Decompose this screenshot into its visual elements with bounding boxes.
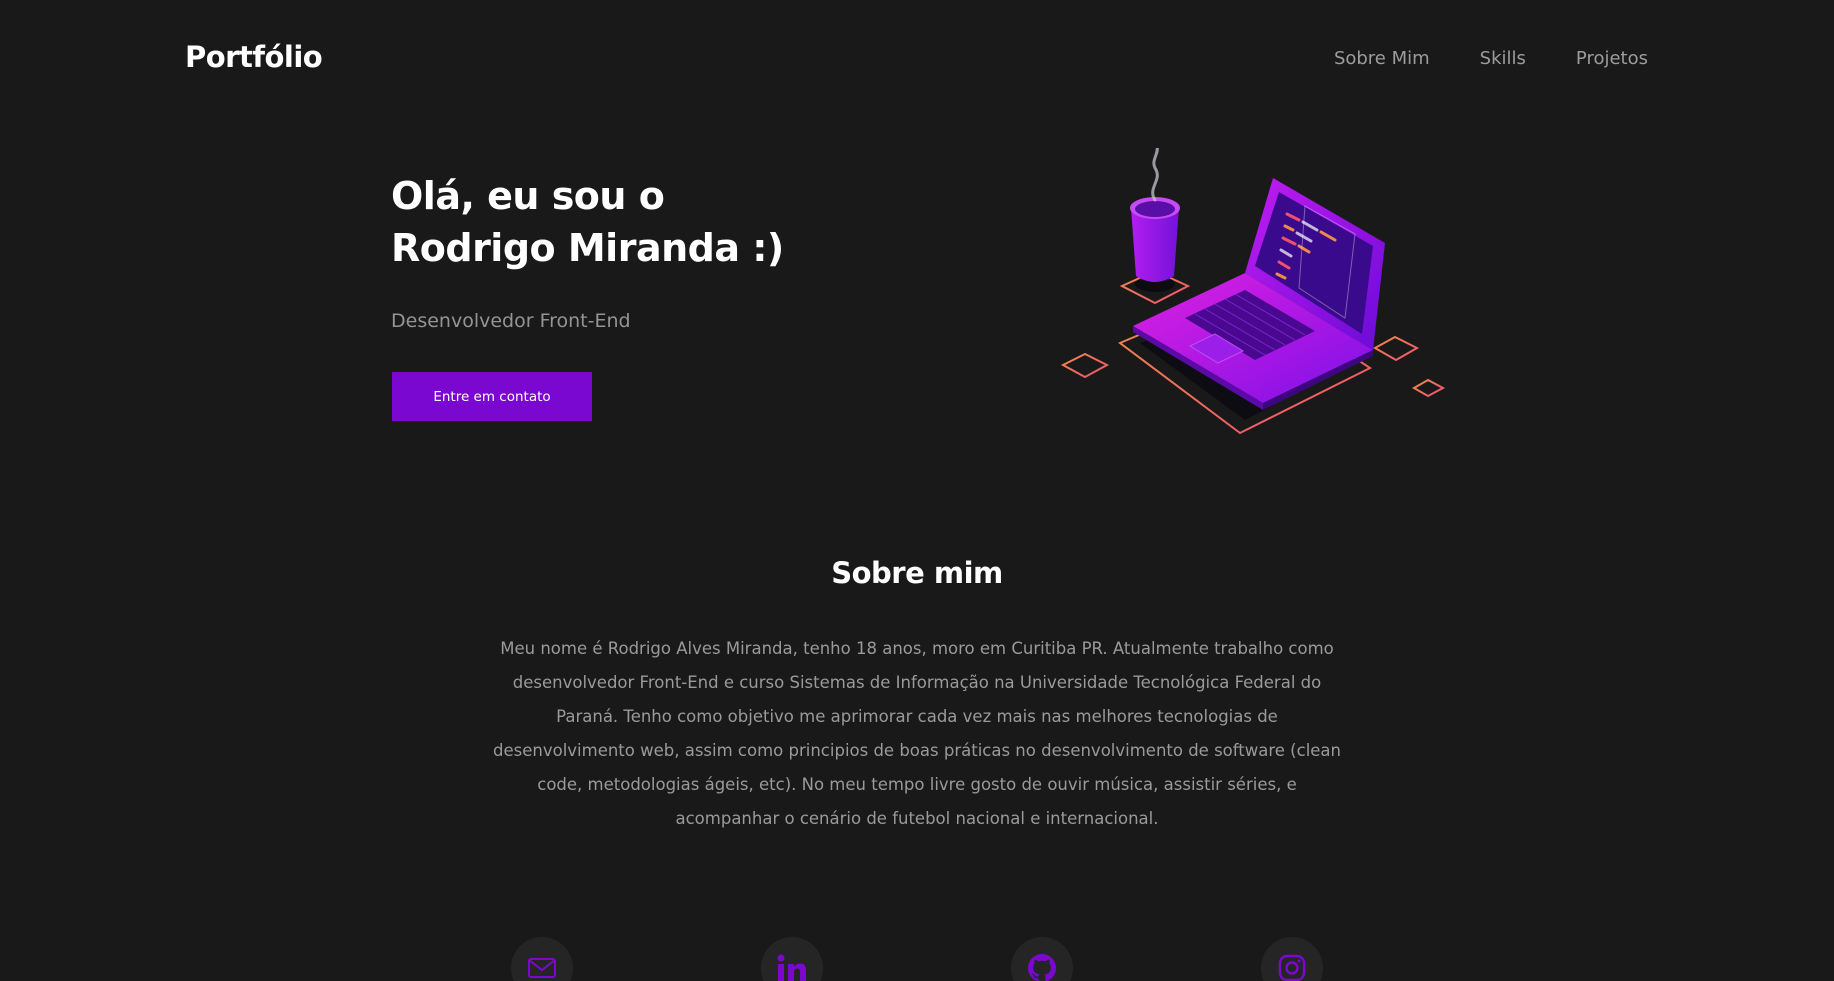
hero-title: Olá, eu sou o Rodrigo Miranda :) xyxy=(391,170,911,274)
contact-button[interactable]: Entre em contato xyxy=(392,372,592,421)
github-icon xyxy=(1028,954,1056,981)
laptop-coffee-illustration xyxy=(1055,144,1450,443)
hero-subtitle: Desenvolvedor Front-End xyxy=(391,310,631,332)
portfolio-page: Portfólio Sobre Mim Skills Projetos Olá,… xyxy=(0,0,1834,981)
nav-link-projetos[interactable]: Projetos xyxy=(1576,48,1648,69)
github-link[interactable] xyxy=(1011,937,1073,981)
mail-link[interactable] xyxy=(511,937,573,981)
instagram-icon xyxy=(1278,954,1306,981)
brand-logo[interactable]: Portfólio xyxy=(185,40,323,74)
hero-title-line-2: Rodrigo Miranda :) xyxy=(391,226,784,270)
hero-title-line-1: Olá, eu sou o xyxy=(391,174,665,218)
social-links xyxy=(0,937,1834,981)
about-text: Meu nome é Rodrigo Alves Miranda, tenho … xyxy=(493,639,1341,828)
about-title: Sobre mim xyxy=(831,556,1003,590)
main-nav: Sobre Mim Skills Projetos xyxy=(1334,48,1648,69)
linkedin-link[interactable] xyxy=(761,937,823,981)
nav-link-sobre-mim[interactable]: Sobre Mim xyxy=(1334,48,1430,69)
instagram-link[interactable] xyxy=(1261,937,1323,981)
mail-icon xyxy=(528,958,556,978)
nav-link-skills[interactable]: Skills xyxy=(1480,48,1526,69)
linkedin-icon xyxy=(777,954,806,981)
